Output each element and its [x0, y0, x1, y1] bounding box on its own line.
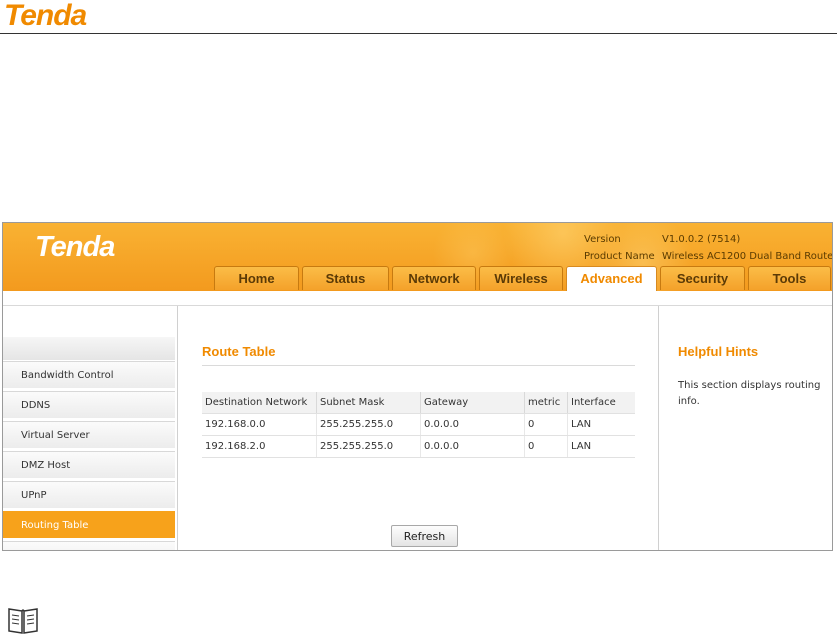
- route-table: Destination Network Subnet Mask Gateway …: [202, 392, 635, 458]
- refresh-button[interactable]: Refresh: [391, 525, 458, 547]
- table-header-row: Destination Network Subnet Mask Gateway …: [202, 392, 635, 414]
- book-icon: [6, 602, 40, 640]
- table-cell: 255.255.255.0: [316, 435, 421, 458]
- tab-security[interactable]: Security: [660, 266, 745, 290]
- helpful-hints-panel: Helpful Hints This section displays rout…: [658, 306, 832, 550]
- version-value: V1.0.0.2 (7514): [662, 234, 741, 245]
- tab-home[interactable]: Home: [214, 266, 299, 290]
- column-header: Gateway: [420, 392, 525, 414]
- table-cell: 0: [524, 413, 568, 436]
- table-cell: LAN: [567, 413, 635, 436]
- table-cell: 0.0.0.0: [420, 435, 525, 458]
- tab-network[interactable]: Network: [392, 266, 476, 290]
- tab-advanced[interactable]: Advanced: [566, 266, 657, 291]
- table-cell: 0: [524, 435, 568, 458]
- title-divider: [202, 365, 635, 366]
- tab-status[interactable]: Status: [302, 266, 389, 290]
- column-header: metric: [524, 392, 568, 414]
- top-banner: Tenda Version V1.0.0.2 (7514) Product Na…: [3, 223, 832, 291]
- header-divider: [0, 33, 837, 34]
- sidebar-item-routing-table[interactable]: Routing Table: [3, 511, 175, 538]
- sidebar-item-ddns[interactable]: DDNS: [3, 391, 175, 418]
- sidebar-item-static-routing[interactable]: Static Routing: [3, 541, 175, 550]
- product-name-value: Wireless AC1200 Dual Band Router: [662, 251, 833, 262]
- table-cell: LAN: [567, 435, 635, 458]
- tab-tools[interactable]: Tools: [748, 266, 831, 290]
- page-title: Route Table: [202, 344, 276, 359]
- main-content: Route Table Destination Network Subnet M…: [179, 306, 657, 550]
- router-admin-window: Tenda Version V1.0.0.2 (7514) Product Na…: [2, 222, 833, 551]
- sidebar-item-dmz-host[interactable]: DMZ Host: [3, 451, 175, 478]
- sidebar-header: [3, 337, 175, 360]
- table-row: 192.168.0.0 255.255.255.0 0.0.0.0 0 LAN: [202, 413, 635, 436]
- column-header: Interface: [567, 392, 635, 414]
- sidebar-item-bandwidth-control[interactable]: Bandwidth Control: [3, 361, 175, 388]
- sidebar-item-virtual-server[interactable]: Virtual Server: [3, 421, 175, 448]
- hints-text: This section displays routing info.: [678, 380, 821, 407]
- table-cell: 192.168.0.0: [202, 413, 317, 436]
- column-header: Subnet Mask: [316, 392, 421, 414]
- tab-wireless[interactable]: Wireless: [479, 266, 563, 290]
- table-cell: 192.168.2.0: [202, 435, 317, 458]
- sidebar: Bandwidth Control DDNS Virtual Server DM…: [3, 306, 178, 550]
- banner-spacer: [3, 291, 832, 306]
- table-row: 192.168.2.0 255.255.255.0 0.0.0.0 0 LAN: [202, 435, 635, 458]
- sidebar-item-upnp[interactable]: UPnP: [3, 481, 175, 508]
- document-logo: Tenda: [4, 0, 87, 32]
- table-cell: 255.255.255.0: [316, 413, 421, 436]
- app-logo: Tenda: [35, 231, 115, 263]
- product-name-label: Product Name: [584, 251, 655, 262]
- column-header: Destination Network: [202, 392, 317, 414]
- version-label: Version: [584, 234, 621, 245]
- hints-title: Helpful Hints: [678, 344, 759, 359]
- table-cell: 0.0.0.0: [420, 413, 525, 436]
